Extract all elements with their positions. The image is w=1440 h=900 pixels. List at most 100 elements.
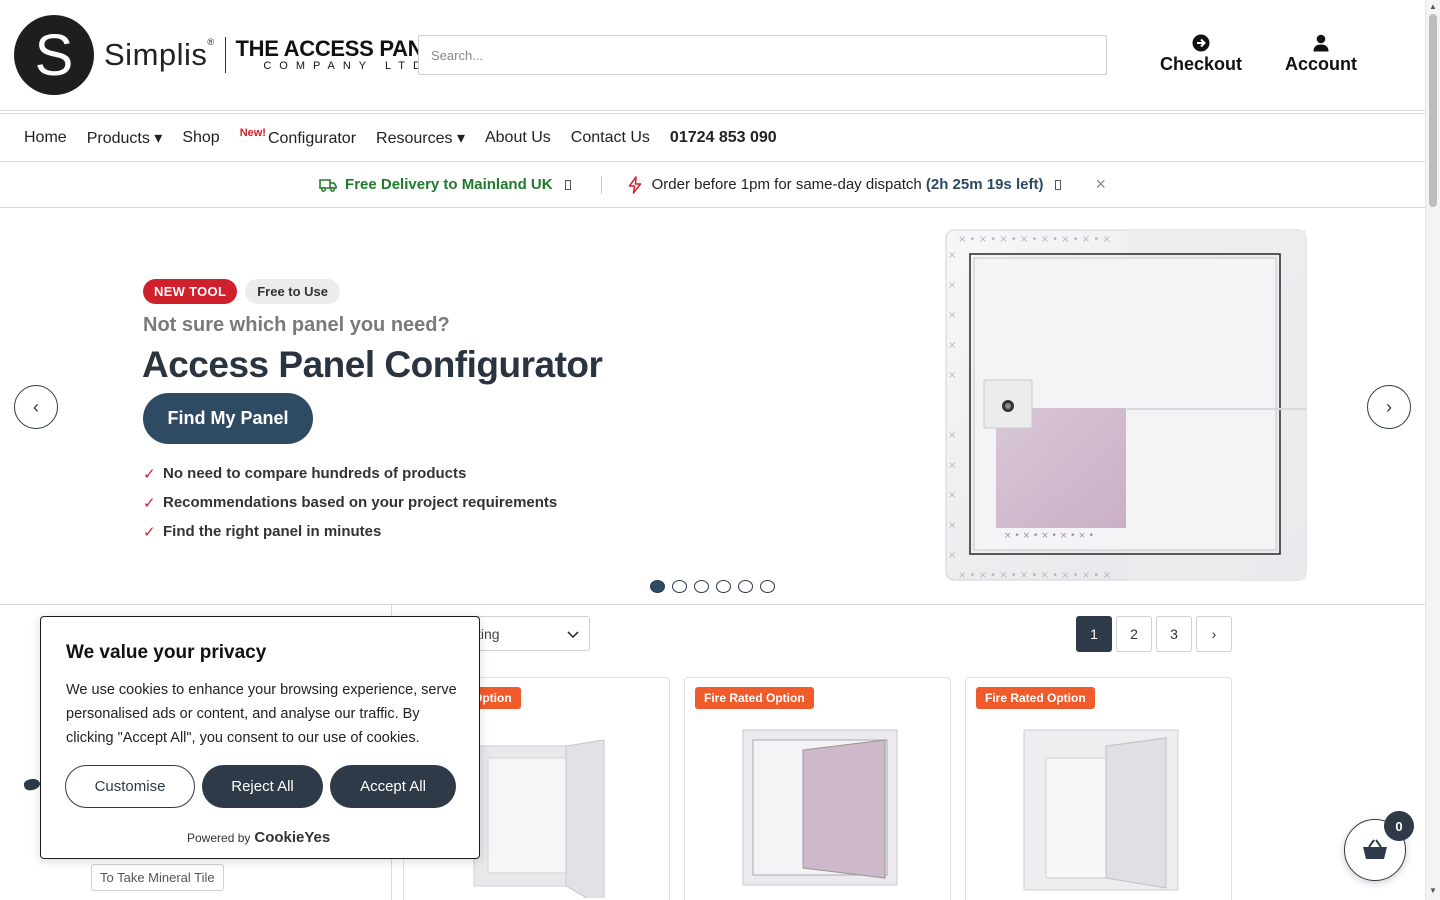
info-icon [1055, 179, 1062, 190]
cookie-title: We value your privacy [66, 642, 267, 663]
hero-badges: NEW TOOL Free to Use [143, 279, 341, 304]
hero-benefits: ✓ No need to compare hundreds of products… [143, 459, 557, 546]
svg-text:×: × [948, 280, 956, 291]
site-logo[interactable]: S Simplis® THE ACCESS PANEL COMPANY LTD [14, 15, 451, 95]
slider-dot[interactable] [694, 580, 709, 593]
logo-brand-text: Simplis [104, 37, 208, 72]
new-tool-badge: NEW TOOL [143, 279, 238, 304]
cookie-text: We use cookies to enhance your browsing … [66, 682, 457, 746]
lightning-icon [628, 175, 642, 194]
page-3-button[interactable]: 3 [1156, 616, 1192, 652]
scroll-up-icon[interactable]: ▲ [1429, 2, 1437, 11]
product-image [1023, 729, 1179, 891]
search-input[interactable] [418, 35, 1107, 75]
logo-company-line2: COMPANY LTD [263, 59, 429, 72]
slider-dot[interactable] [716, 580, 731, 593]
nav-home[interactable]: Home [24, 129, 67, 147]
check-icon: ✓ [143, 523, 156, 541]
cookie-banner: We value your privacy We use cookies to … [40, 616, 480, 859]
svg-text:× • × • × • × • × • × • × • ×: × • × • × • × • × • × • × • × [958, 570, 1111, 581]
arrow-circle-right-icon [1192, 33, 1210, 53]
logo-letter: S [34, 22, 74, 88]
svg-text:×: × [948, 430, 956, 441]
free-badge: Free to Use [245, 279, 341, 304]
product-image [742, 729, 898, 886]
benefit-item: ✓ No need to compare hundreds of products [143, 459, 557, 488]
reject-all-button[interactable]: Reject All [202, 765, 323, 808]
basket-count-badge: 0 [1384, 811, 1414, 841]
logo-brand: Simplis® [104, 37, 215, 73]
pagination: 1 2 3 › [1076, 616, 1236, 652]
hero-subtitle: Not sure which panel you need? [143, 314, 450, 336]
filter-tag[interactable]: To Take Mineral Tile [91, 864, 224, 891]
delivery-promo[interactable]: Free Delivery to Mainland UK [319, 176, 571, 193]
dispatch-timer: (2h 25m 19s left) [925, 176, 1044, 193]
info-icon [564, 179, 571, 190]
slider-next-button[interactable]: › [1367, 385, 1411, 429]
scroll-down-icon[interactable]: ▼ [1429, 886, 1437, 895]
nav-contact[interactable]: Contact Us [571, 129, 650, 147]
svg-text:× • × • × • × • × • × • × • ×: × • × • × • × • × • × • × • × [958, 234, 1111, 245]
nav-configurator[interactable]: New! Configurator [240, 127, 356, 148]
svg-text:×: × [948, 250, 956, 261]
nav-configurator-label: Configurator [267, 130, 357, 147]
slider-dot[interactable] [760, 580, 775, 593]
filter-icon [22, 777, 42, 792]
logo-divider [224, 37, 226, 73]
cookieyes-logo: CookieYes [254, 829, 331, 846]
nav-resources[interactable]: Resources ▾ [376, 128, 465, 148]
product-card[interactable]: Fire Rated Option [965, 677, 1232, 900]
svg-text:×: × [948, 550, 956, 561]
slider-dot[interactable] [672, 580, 687, 593]
slider-dot[interactable] [738, 580, 753, 593]
svg-text:×: × [948, 370, 956, 381]
page-1-button[interactable]: 1 [1076, 616, 1112, 652]
sort-value: ting [477, 625, 500, 642]
accept-all-button[interactable]: Accept All [330, 765, 456, 808]
site-header: S Simplis® THE ACCESS PANEL COMPANY LTD … [0, 0, 1425, 111]
delivery-text: Free Delivery to Mainland UK [345, 176, 553, 193]
page-2-button[interactable]: 2 [1116, 616, 1152, 652]
slider-prev-button[interactable]: ‹ [14, 385, 58, 429]
fire-rated-badge: Fire Rated Option [695, 687, 814, 709]
user-icon [1313, 33, 1329, 53]
hero-title: Access Panel Configurator [142, 344, 603, 385]
access-panel-image: × • × • × • × • × • × • × • × × • × • × … [945, 229, 1307, 581]
check-icon: ✓ [143, 494, 156, 512]
close-promo-button[interactable]: × [1095, 174, 1106, 195]
benefit-item: ✓ Find the right panel in minutes [143, 517, 557, 546]
nav-products[interactable]: Products ▾ [87, 128, 163, 148]
benefit-text: Recommendations based on your project re… [163, 494, 558, 511]
customise-button[interactable]: Customise [65, 765, 195, 808]
promo-separator [600, 175, 602, 194]
basket-icon [1361, 839, 1389, 861]
nav-shop[interactable]: Shop [182, 129, 219, 147]
svg-text:× • × • × • × • × •: × • × • × • × • × • [1004, 531, 1094, 541]
fire-rated-badge: Fire Rated Option [976, 687, 1095, 709]
scroll-thumb[interactable] [1429, 14, 1437, 207]
nav-about[interactable]: About Us [485, 129, 551, 147]
svg-text:×: × [948, 520, 956, 531]
account-link[interactable]: Account [1285, 33, 1357, 75]
cookie-powered-by[interactable]: Powered by CookieYes [187, 829, 330, 846]
page-scrollbar[interactable]: ▲ ▼ [1425, 0, 1440, 900]
hero-slider: NEW TOOL Free to Use Not sure which pane… [0, 208, 1425, 605]
checkout-link[interactable]: Checkout [1160, 33, 1242, 75]
nav-phone[interactable]: 01724 853 090 [670, 129, 777, 147]
product-card[interactable]: Fire Rated Option [684, 677, 951, 900]
slider-dot[interactable] [650, 580, 665, 593]
svg-text:×: × [948, 490, 956, 501]
logo-reg: ® [207, 37, 215, 47]
promo-bar: Free Delivery to Mainland UK Order befor… [0, 162, 1425, 208]
benefit-text: Find the right panel in minutes [163, 523, 382, 540]
find-my-panel-button[interactable]: Find My Panel [143, 393, 313, 444]
next-page-button[interactable]: › [1196, 616, 1232, 652]
account-label: Account [1285, 54, 1357, 74]
svg-text:×: × [948, 310, 956, 321]
chevron-left-icon: ‹ [33, 396, 39, 417]
slider-dots [650, 580, 782, 593]
main-nav: Home Products ▾ Shop New! Configurator Re… [0, 113, 1425, 162]
powered-by-text: Powered by [187, 831, 251, 845]
dispatch-promo[interactable]: Order before 1pm for same-day dispatch (… [628, 175, 1062, 194]
benefit-text: No need to compare hundreds of products [163, 465, 467, 482]
